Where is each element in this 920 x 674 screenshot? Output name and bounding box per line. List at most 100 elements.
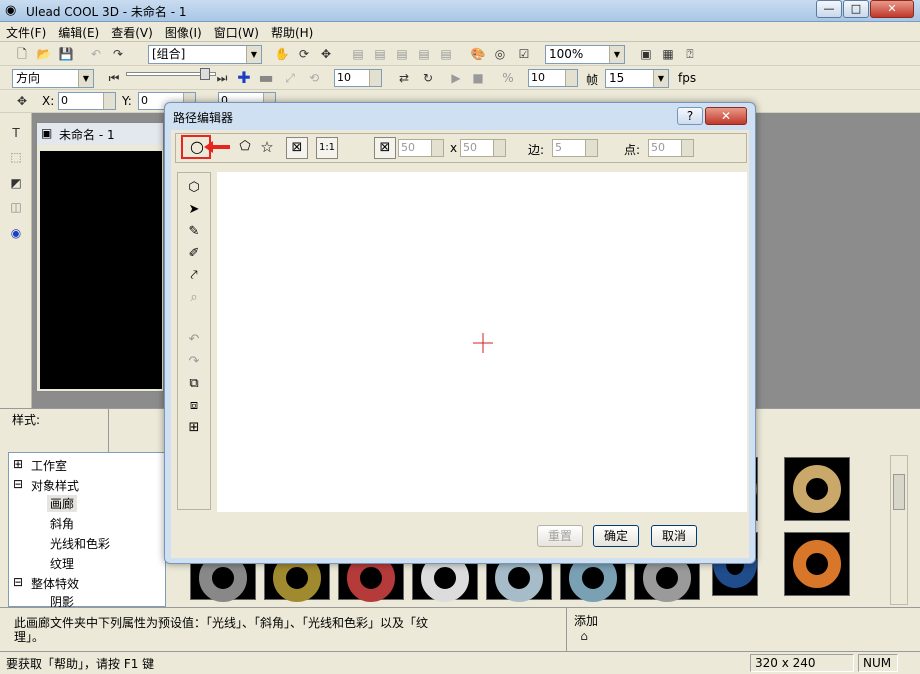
close-button[interactable]: ✕	[870, 0, 914, 18]
move-object-icon[interactable]: ✥	[316, 44, 336, 64]
hand-icon[interactable]: ✋	[272, 44, 292, 64]
undo-icon[interactable]: ↶	[86, 44, 106, 64]
actual-size-icon[interactable]: 1:1	[316, 137, 338, 159]
ok-button[interactable]: 确定	[593, 525, 639, 547]
tree-item-bevel[interactable]: 斜角	[50, 515, 74, 532]
menu-edit[interactable]: 编辑(E)	[52, 22, 105, 43]
maximize-button[interactable]: □	[843, 0, 869, 18]
tree-item-global-fx[interactable]: 整体特效	[31, 575, 79, 592]
gallery-scrollbar[interactable]	[890, 455, 908, 605]
tree-item-texture[interactable]: 纹理	[50, 555, 74, 572]
tree-item-gallery[interactable]: 画廊	[47, 495, 78, 512]
sides-input[interactable]: 5	[552, 139, 598, 157]
points-input[interactable]: 50	[648, 139, 694, 157]
height-input[interactable]: 50	[460, 139, 506, 157]
gallery-thumb[interactable]	[784, 532, 850, 596]
globe-icon[interactable]: ◎	[490, 44, 510, 64]
tree-expander[interactable]: ⊟	[13, 575, 23, 589]
dialog-help-button[interactable]: ?	[677, 107, 703, 125]
gallery-thumb[interactable]	[784, 457, 850, 521]
rotate-object-icon[interactable]: ⟳	[294, 44, 314, 64]
chart-icon[interactable]: ☑	[514, 44, 534, 64]
reverse-icon[interactable]: ⟲	[304, 68, 324, 88]
shape-icon[interactable]: ⬡	[183, 177, 205, 199]
path-canvas[interactable]	[217, 172, 747, 512]
menu-image[interactable]: 图像(I)	[159, 22, 208, 43]
frames-spin[interactable]: 10	[528, 69, 578, 87]
pointer-icon[interactable]: ➤	[183, 199, 205, 221]
tree-item-object-style[interactable]: 对象样式	[31, 477, 79, 494]
scrollbar-thumb[interactable]	[893, 474, 905, 510]
undo-icon[interactable]: ↶	[183, 329, 205, 351]
new-file-icon[interactable]: 🗋	[12, 44, 32, 64]
align-icon[interactable]: ▤	[414, 44, 434, 64]
grid-icon[interactable]: ⊞	[183, 417, 205, 439]
add-point-icon[interactable]: ✎	[183, 221, 205, 243]
open-folder-icon[interactable]: 📂	[34, 44, 54, 64]
zoom-icon[interactable]: ⌕	[183, 287, 205, 309]
add-to-gallery-icon[interactable]: ⌂	[574, 626, 594, 646]
fit-icon[interactable]: ⊠	[286, 137, 308, 159]
remove-point-icon[interactable]: ✐	[183, 243, 205, 265]
render-icon[interactable]: ▣	[636, 44, 656, 64]
size-icon[interactable]: ⊠	[374, 137, 396, 159]
text-tool-icon[interactable]: T	[6, 123, 26, 143]
split-icon[interactable]: ⤢	[280, 68, 300, 88]
tree-item-light-color[interactable]: 光线和色彩	[50, 535, 110, 552]
export-icon[interactable]: ▦	[658, 44, 678, 64]
edit-shape-icon[interactable]: ◫	[6, 197, 26, 217]
first-frame-icon[interactable]: ⏮	[104, 68, 124, 88]
frame-spin[interactable]: 10	[334, 69, 382, 87]
spin-arrows[interactable]	[493, 140, 505, 156]
play-icon[interactable]: ▶	[446, 68, 466, 88]
insert-shape-icon[interactable]: ◩	[6, 173, 26, 193]
add-keyframe-icon[interactable]: ✚	[234, 68, 254, 88]
loop-icon[interactable]: ⇄	[394, 68, 414, 88]
tree-expander[interactable]: ⊞	[13, 457, 23, 471]
polygon-icon[interactable]: ⬠	[234, 136, 256, 158]
document-window[interactable]: ▣ 未命名 - 1	[36, 122, 164, 392]
menu-view[interactable]: 查看(V)	[105, 22, 159, 43]
pingpong-icon[interactable]: ↻	[418, 68, 438, 88]
align-icon[interactable]: ▤	[370, 44, 390, 64]
slider-thumb[interactable]	[200, 68, 210, 80]
convert-point-icon[interactable]: ⤤	[183, 265, 205, 287]
percent-icon[interactable]: %	[498, 68, 518, 88]
menu-help[interactable]: 帮助(H)	[265, 22, 319, 43]
direction-combo[interactable]: 方向 ▼	[12, 69, 94, 88]
remove-keyframe-icon[interactable]: ▬	[256, 68, 276, 88]
context-help-icon[interactable]: ⍰	[680, 44, 700, 64]
edit-text-icon[interactable]: ⬚	[6, 147, 26, 167]
spin-arrows[interactable]	[681, 140, 693, 156]
spin-arrows[interactable]	[585, 140, 597, 156]
preview-canvas[interactable]	[40, 151, 162, 389]
star-icon[interactable]: ☆	[256, 136, 278, 158]
menu-file[interactable]: 文件(F)	[0, 22, 52, 43]
spin-arrows[interactable]	[103, 93, 115, 109]
trace-icon[interactable]: ⧈	[183, 395, 205, 417]
save-icon[interactable]: 💾	[56, 44, 76, 64]
width-input[interactable]: 50	[398, 139, 444, 157]
tree-item-studio[interactable]: 工作室	[31, 457, 67, 474]
object-combo[interactable]: [组合] ▼	[148, 45, 262, 64]
x-input[interactable]: 0	[58, 92, 116, 110]
align-icon[interactable]: ▤	[348, 44, 368, 64]
geometry-icon[interactable]: ◉	[6, 223, 26, 243]
fps-combo[interactable]: 15 ▼	[605, 69, 669, 88]
tree-expander[interactable]: ⊟	[13, 477, 23, 491]
stop-icon[interactable]: ■	[468, 68, 488, 88]
reset-button[interactable]: 重置	[537, 525, 583, 547]
paint-icon[interactable]: 🎨	[468, 44, 488, 64]
align-icon[interactable]: ▤	[436, 44, 456, 64]
last-frame-icon[interactable]: ⏭	[212, 68, 232, 88]
redo-icon[interactable]: ↷	[108, 44, 128, 64]
cancel-button[interactable]: 取消	[651, 525, 697, 547]
dialog-close-button[interactable]: ✕	[705, 107, 747, 125]
spin-arrows[interactable]	[431, 140, 443, 156]
align-icon[interactable]: ▤	[392, 44, 412, 64]
minimize-button[interactable]: —	[816, 0, 842, 18]
redo-icon[interactable]: ↷	[183, 351, 205, 373]
spin-arrows[interactable]	[565, 70, 577, 86]
zoom-combo[interactable]: 100% ▼	[545, 45, 625, 64]
position-tool-icon[interactable]: ✥	[12, 91, 32, 111]
